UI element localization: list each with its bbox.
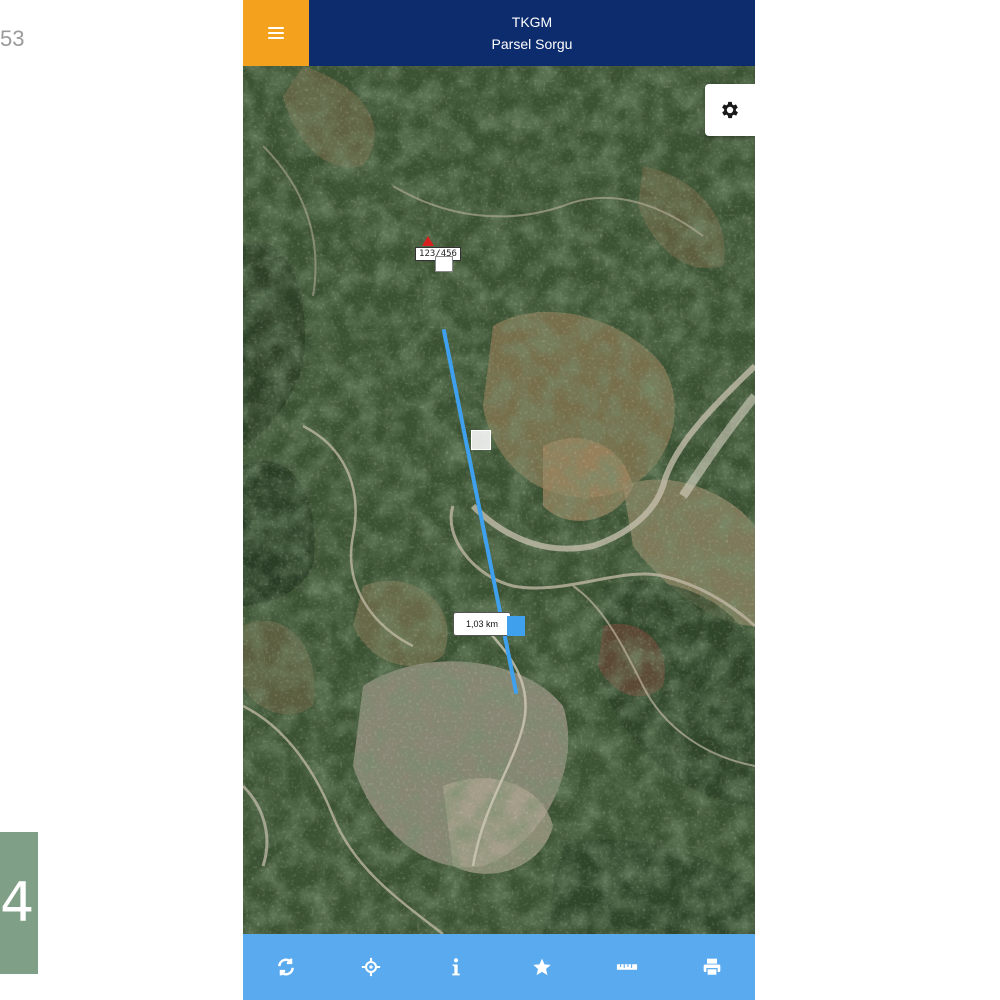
refresh-button[interactable] — [264, 945, 308, 989]
measure-end-handle[interactable] — [507, 616, 525, 636]
distance-label: 1,03 km — [453, 612, 511, 636]
menu-button[interactable] — [243, 0, 309, 66]
app-title: TKGM — [511, 14, 553, 30]
settings-button[interactable] — [705, 84, 755, 136]
ruler-icon — [616, 964, 638, 970]
locate-button[interactable] — [349, 945, 393, 989]
parcel-marker-icon[interactable] — [422, 236, 434, 246]
refresh-icon — [277, 958, 294, 976]
favorites-button[interactable] — [520, 945, 564, 989]
gear-icon — [722, 101, 738, 119]
page: 53 4 TKGM Parsel Sorgu 123/456 1,03 km — [0, 0, 1000, 1000]
app-screen: TKGM Parsel Sorgu 123/456 1,03 km — [243, 0, 755, 1000]
measure-button[interactable] — [605, 945, 649, 989]
hamburger-icon — [268, 27, 284, 39]
bottom-toolbar — [243, 934, 755, 1000]
satellite-imagery — [243, 66, 755, 934]
measure-midpoint-handle[interactable] — [471, 430, 491, 450]
background-logo-fragment: 4 — [0, 832, 38, 974]
print-icon — [703, 958, 721, 976]
star-icon — [532, 958, 551, 976]
info-button[interactable] — [434, 945, 478, 989]
satellite-map[interactable]: 123/456 1,03 km — [243, 66, 755, 934]
background-fragment-text: 53 — [0, 26, 25, 51]
header-titles: TKGM Parsel Sorgu — [309, 0, 755, 66]
crosshair-icon — [361, 957, 381, 977]
info-icon — [452, 958, 461, 976]
measure-start-handle[interactable] — [435, 256, 453, 272]
app-subtitle: Parsel Sorgu — [491, 36, 573, 52]
print-button[interactable] — [690, 945, 734, 989]
app-header: TKGM Parsel Sorgu — [243, 0, 755, 66]
